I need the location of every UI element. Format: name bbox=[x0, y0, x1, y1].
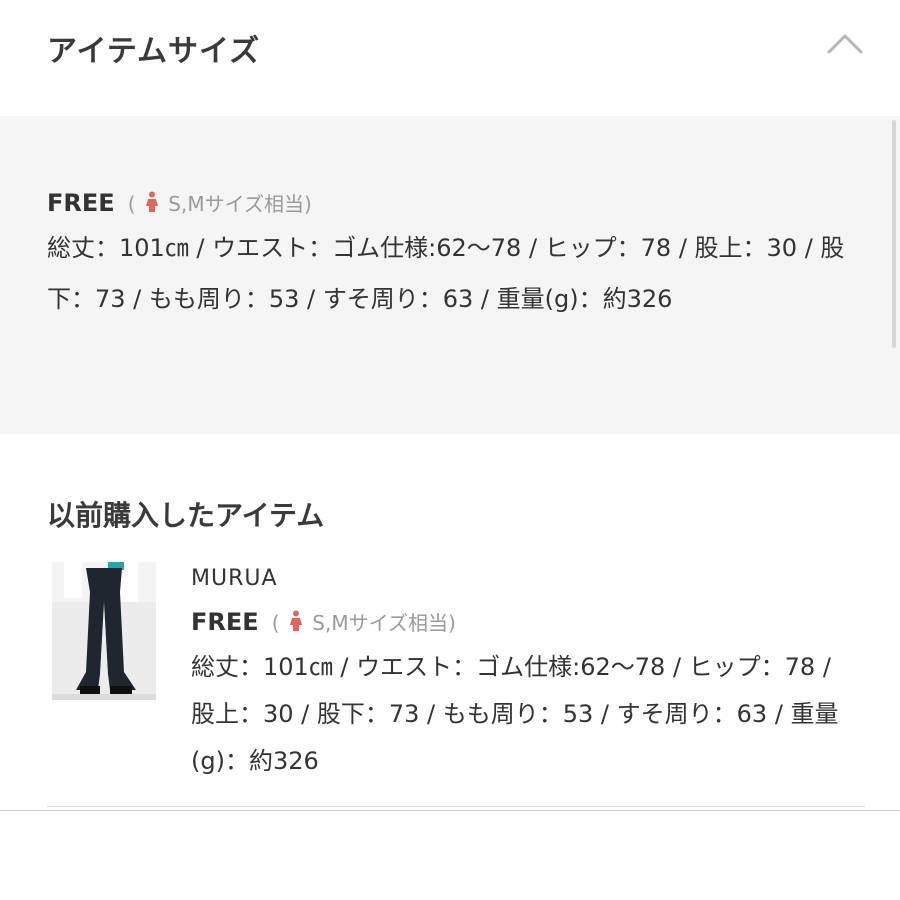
size-equivalent-note: ( S,Mサイズ相当) bbox=[127, 191, 312, 216]
page-title: アイテムサイズ bbox=[47, 34, 261, 69]
person-icon bbox=[145, 191, 158, 212]
pants-image-icon bbox=[52, 562, 156, 700]
product-thumbnail[interactable] bbox=[52, 562, 156, 700]
note-open-paren: ( bbox=[127, 192, 136, 216]
item-note-text: S,Mサイズ相当) bbox=[312, 611, 456, 635]
size-detail-text: 総丈：101㎝ / ウエスト：ゴム仕様:62～78 / ヒップ：78 / 股上：… bbox=[47, 234, 845, 313]
brand-name: MURUA bbox=[191, 566, 278, 591]
size-block: FREE ( S,Mサイズ相当) 総丈：101㎝ / ウエスト：ゴム仕様:62～… bbox=[47, 188, 847, 325]
note-text: S,Mサイズ相当) bbox=[168, 192, 312, 216]
item-divider bbox=[47, 806, 865, 807]
item-size-header[interactable]: アイテムサイズ bbox=[0, 0, 900, 116]
item-size-row: FREE ( S,Mサイズ相当) bbox=[191, 607, 851, 636]
purchased-item-info[interactable]: MURUA FREE ( S,Mサイズ相当) 総丈：101㎝ / ウエスト：ゴム… bbox=[191, 566, 851, 785]
section-bottom-divider bbox=[0, 810, 900, 811]
person-icon bbox=[289, 610, 302, 631]
previously-purchased-section: 以前購入したアイテム MURUA FREE (S,Mサイズ相当) 総丈：101… bbox=[0, 434, 900, 810]
item-note-open-paren: ( bbox=[271, 611, 280, 635]
scrollbar[interactable] bbox=[892, 120, 896, 348]
item-size-page: アイテムサイズ FREE ( S,Mサイズ相当) 総丈：101㎝ / ウエスト：… bbox=[0, 0, 900, 900]
item-size-label: FREE bbox=[191, 608, 259, 636]
size-heading-row: FREE ( S,Mサイズ相当) bbox=[47, 188, 847, 217]
purchased-title: 以前購入したアイテム bbox=[47, 499, 325, 532]
size-label: FREE bbox=[47, 189, 115, 217]
item-detail-text: 総丈：101㎝ / ウエスト：ゴム仕様:62～78 / ヒップ：78 / 股上：… bbox=[191, 653, 839, 775]
item-size-equivalent-note: ( S,Mサイズ相当) bbox=[271, 610, 456, 635]
chevron-up-icon[interactable] bbox=[826, 30, 864, 56]
